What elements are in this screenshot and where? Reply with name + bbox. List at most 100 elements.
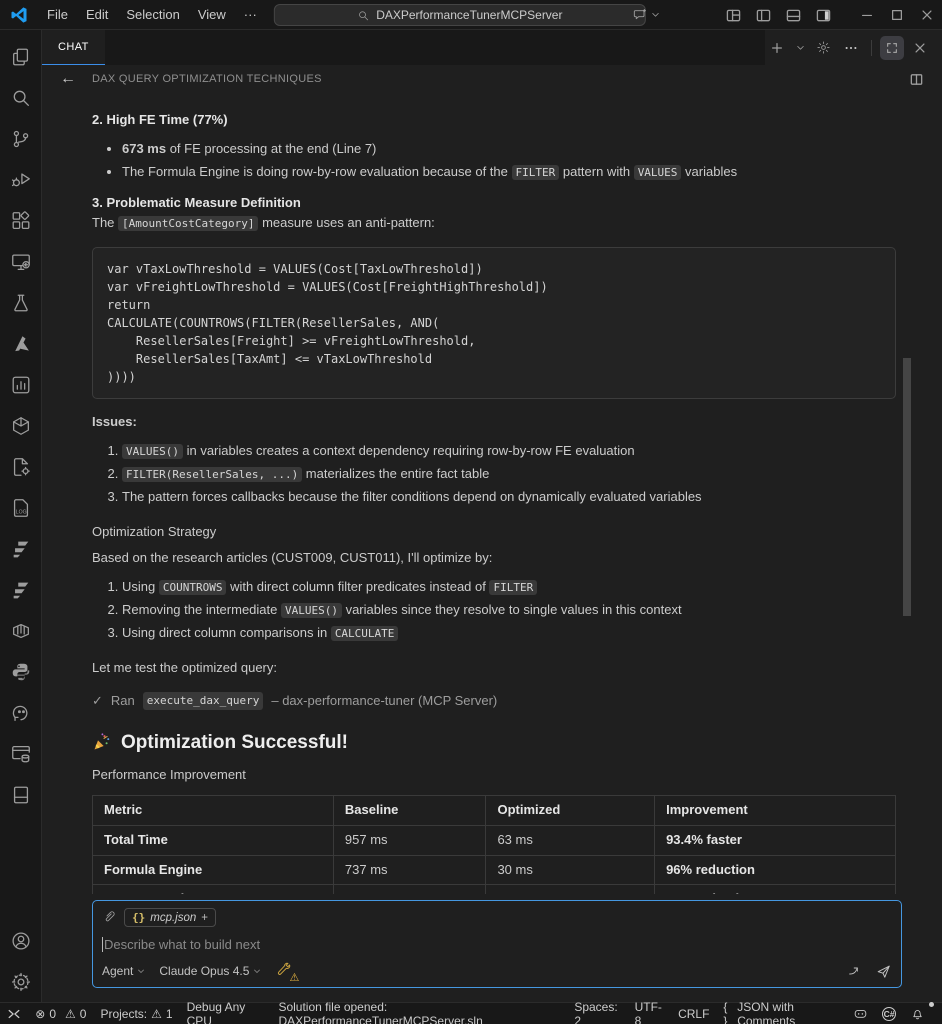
extensions-icon[interactable] [0, 200, 42, 241]
remote-explorer-icon[interactable] [0, 241, 42, 282]
minimize-icon[interactable] [852, 0, 882, 30]
tab-chat[interactable]: CHAT [42, 30, 105, 65]
csharp-icon[interactable]: C# [875, 1003, 903, 1024]
table-cell: 96% reduction [655, 855, 896, 885]
file-settings-icon[interactable] [0, 446, 42, 487]
table-cell: 957 ms [333, 825, 486, 855]
new-chat-icon[interactable] [765, 36, 789, 60]
eol-status[interactable]: CRLF [671, 1003, 716, 1024]
bell-icon[interactable] [903, 1003, 932, 1024]
gear-icon[interactable] [811, 36, 835, 60]
text: variables [681, 164, 737, 179]
expand-chat-icon[interactable] [880, 36, 904, 60]
log-viewer-icon[interactable]: LOG [0, 487, 42, 528]
copilot-icon[interactable] [846, 1003, 875, 1024]
more-icon[interactable] [839, 36, 863, 60]
customize-layout-icon[interactable] [718, 0, 748, 30]
list-item: VALUES() in variables creates a context … [122, 442, 896, 461]
tools-warning-icon[interactable]: ⚠ [275, 961, 295, 981]
indentation-status[interactable]: Spaces: 2 [567, 1003, 627, 1024]
scrollbar-thumb[interactable] [903, 358, 911, 616]
list-item: 673 ms of FE processing at the end (Line… [122, 140, 896, 159]
problems-status[interactable]: ⊗ 0 ⚠ 0 [28, 1003, 93, 1024]
language-status[interactable]: { } JSON with Comments [716, 1003, 846, 1024]
list-item: The pattern forces callbacks because the… [122, 488, 896, 507]
agent-mode-picker[interactable]: Agent [102, 964, 145, 978]
success-heading: Optimization Successful! [92, 729, 896, 757]
search-value: DAXPerformanceTunerMCPServer [376, 8, 562, 22]
sql-tools-icon[interactable] [0, 733, 42, 774]
table-row: Storage Engine 220 ms 33 ms 85% reductio… [93, 885, 896, 894]
table-cell: Formula Engine [93, 855, 334, 885]
copilot-menu-button[interactable] [632, 7, 660, 23]
inline-code: [AmountCostCategory] [118, 216, 258, 231]
chat-panel: CHAT ← DAX QUERY OPTIMIZATION TECHNIQUES… [42, 30, 942, 1002]
toggle-secondary-sidebar-icon[interactable] [808, 0, 838, 30]
inline-code: FILTER(ResellerSales, ...) [122, 467, 302, 482]
close-icon[interactable] [912, 0, 942, 30]
inline-code: COUNTROWS [159, 580, 227, 595]
copilot-chat-icon [632, 7, 648, 23]
menu-more[interactable]: ··· [235, 4, 266, 26]
model-picker[interactable]: Claude Opus 4.5 [159, 964, 261, 978]
performance-table: Metric Baseline Optimized Improvement To… [92, 795, 896, 894]
chat-text-input[interactable]: Describe what to build next [102, 933, 892, 955]
toggle-panel-icon[interactable] [778, 0, 808, 30]
column-header: Optimized [486, 795, 655, 825]
copilot-refresh-icon[interactable] [0, 692, 42, 733]
menu-selection[interactable]: Selection [117, 4, 188, 26]
success-title: Optimization Successful! [121, 729, 348, 757]
maximize-icon[interactable] [882, 0, 912, 30]
model-cube-icon[interactable] [0, 405, 42, 446]
context-chip-mcp-json[interactable]: {} mcp.json + [124, 908, 216, 927]
menu-edit[interactable]: Edit [77, 4, 117, 26]
power-fx-b-icon[interactable] [0, 569, 42, 610]
power-fx-a-icon[interactable] [0, 528, 42, 569]
text: The [92, 215, 118, 230]
input-toolbar: Agent Claude Opus 4.5 ⚠ [102, 961, 892, 981]
send-icon[interactable] [875, 963, 892, 980]
testing-icon[interactable] [0, 282, 42, 323]
dax-code-block[interactable]: var vTaxLowThreshold = VALUES(Cost[TaxLo… [92, 247, 896, 399]
add-context-icon[interactable]: + [201, 912, 208, 924]
window-controls [718, 0, 942, 30]
table-header-row: Metric Baseline Optimized Improvement [93, 795, 896, 825]
split-editor-icon[interactable] [909, 72, 924, 87]
chat-input-box[interactable]: {} mcp.json + Describe what to build nex… [92, 900, 902, 988]
chat-header-actions [765, 30, 942, 65]
chart-tool-icon[interactable] [0, 364, 42, 405]
menu-view[interactable]: View [189, 4, 235, 26]
encoding-status[interactable]: UTF-8 [628, 1003, 671, 1024]
solution-status[interactable]: Solution file opened: DAXPerformanceTune… [271, 1003, 567, 1024]
tool-call-row[interactable]: ✓ Ran execute_dax_query – dax-performanc… [92, 692, 896, 711]
table-cell: Storage Engine [93, 885, 334, 894]
run-debug-icon[interactable] [0, 159, 42, 200]
explorer-icon[interactable] [0, 36, 42, 77]
text: Using direct column comparisons in [122, 625, 331, 640]
back-button[interactable]: ← [60, 70, 76, 88]
list-item: FILTER(ResellerSales, ...) materializes … [122, 465, 896, 484]
python-icon[interactable] [0, 651, 42, 692]
forward-arrow-icon[interactable] [847, 963, 863, 979]
editor-tab-bar: CHAT [42, 30, 942, 65]
command-center-search[interactable]: DAXPerformanceTunerMCPServer [274, 4, 646, 26]
paperclip-icon[interactable] [102, 910, 117, 925]
debug-config-status[interactable]: Debug Any CPU [180, 1003, 272, 1024]
table-cell: Total Time [93, 825, 334, 855]
menu-file[interactable]: File [38, 4, 77, 26]
search-icon[interactable] [0, 77, 42, 118]
container-icon[interactable] [0, 610, 42, 651]
toggle-sidebar-icon[interactable] [748, 0, 778, 30]
account-icon[interactable] [0, 920, 42, 961]
remote-indicator-icon[interactable] [0, 1003, 28, 1024]
settings-gear-icon[interactable] [0, 961, 42, 1002]
panel-tool-icon[interactable] [0, 774, 42, 815]
close-chat-icon[interactable] [908, 36, 932, 60]
inline-code: FILTER [512, 165, 560, 180]
text: measure uses an anti-pattern: [258, 215, 434, 230]
azure-icon[interactable] [0, 323, 42, 364]
chevron-down-icon[interactable] [793, 36, 807, 60]
source-control-icon[interactable] [0, 118, 42, 159]
text: pattern with [559, 164, 633, 179]
projects-status[interactable]: Projects: ⚠ 1 [93, 1003, 179, 1024]
